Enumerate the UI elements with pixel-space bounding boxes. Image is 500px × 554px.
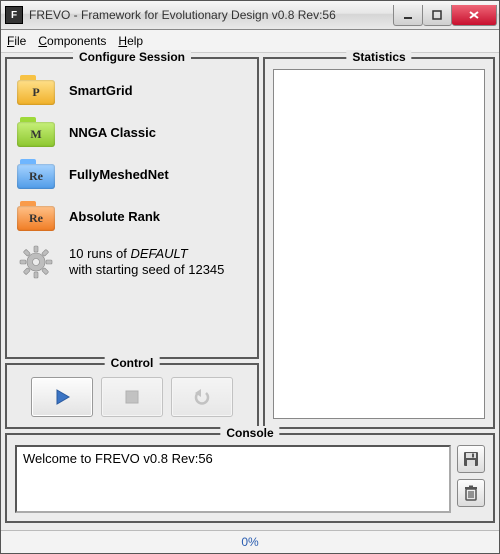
upper-row: Configure Session P SmartGrid M NNGA Cla… xyxy=(5,57,495,429)
configure-session-legend: Configure Session xyxy=(73,50,191,64)
console-panel: Console Welcome to FREVO v0.8 Rev:56 xyxy=(5,433,495,523)
clear-console-button[interactable] xyxy=(457,479,485,507)
undo-icon xyxy=(192,389,212,405)
session-item-ranking[interactable]: Re Absolute Rank xyxy=(15,195,249,237)
statistics-panel: Statistics xyxy=(263,57,495,429)
statistics-legend: Statistics xyxy=(346,50,411,64)
maximize-icon xyxy=(432,10,442,20)
gear-icon xyxy=(17,243,55,281)
folder-icon: Re xyxy=(17,159,55,189)
play-icon xyxy=(53,388,71,406)
folder-icon: M xyxy=(17,117,55,147)
close-icon xyxy=(468,10,480,20)
app-window: F FREVO - Framework for Evolutionary Des… xyxy=(0,0,500,554)
progress-label: 0% xyxy=(241,535,258,549)
titlebar: F FREVO - Framework for Evolutionary Des… xyxy=(1,1,499,30)
minimize-button[interactable] xyxy=(393,5,423,26)
control-legend: Control xyxy=(105,356,160,370)
control-panel: Control xyxy=(5,363,259,429)
play-button[interactable] xyxy=(31,377,93,417)
replay-button[interactable] xyxy=(171,377,233,417)
folder-icon: Re xyxy=(17,201,55,231)
session-item-label: SmartGrid xyxy=(69,83,133,98)
stop-button[interactable] xyxy=(101,377,163,417)
session-item-label: NNGA Classic xyxy=(69,125,156,140)
client-area: Configure Session P SmartGrid M NNGA Cla… xyxy=(1,53,499,530)
session-item-label: Absolute Rank xyxy=(69,209,160,224)
menu-components[interactable]: Components xyxy=(38,34,106,48)
console-legend: Console xyxy=(220,426,279,440)
left-column: Configure Session P SmartGrid M NNGA Cla… xyxy=(5,57,259,429)
session-item-representation[interactable]: Re FullyMeshedNet xyxy=(15,153,249,195)
console-buttons xyxy=(457,445,485,513)
window-title: FREVO - Framework for Evolutionary Desig… xyxy=(29,8,393,22)
window-controls xyxy=(393,5,497,25)
statistics-canvas xyxy=(273,69,485,419)
close-button[interactable] xyxy=(452,5,497,26)
session-item-label: FullyMeshedNet xyxy=(69,167,169,182)
session-item-method[interactable]: M NNGA Classic xyxy=(15,111,249,153)
session-item-runs[interactable]: 10 runs of DEFAULT with starting seed of… xyxy=(15,237,249,287)
runs-description: 10 runs of DEFAULT with starting seed of… xyxy=(69,246,224,277)
minimize-icon xyxy=(403,10,413,20)
floppy-icon xyxy=(463,451,479,467)
app-icon: F xyxy=(5,6,23,24)
menu-help[interactable]: Help xyxy=(118,34,143,48)
configure-session-panel: Configure Session P SmartGrid M NNGA Cla… xyxy=(5,57,259,359)
trash-icon xyxy=(464,485,478,501)
console-output[interactable]: Welcome to FREVO v0.8 Rev:56 xyxy=(15,445,451,513)
maximize-button[interactable] xyxy=(423,5,452,26)
folder-icon: P xyxy=(17,75,55,105)
menu-file[interactable]: File xyxy=(7,34,26,48)
progress-bar: 0% xyxy=(1,530,499,553)
save-console-button[interactable] xyxy=(457,445,485,473)
stop-icon xyxy=(124,389,140,405)
session-item-problem[interactable]: P SmartGrid xyxy=(15,69,249,111)
